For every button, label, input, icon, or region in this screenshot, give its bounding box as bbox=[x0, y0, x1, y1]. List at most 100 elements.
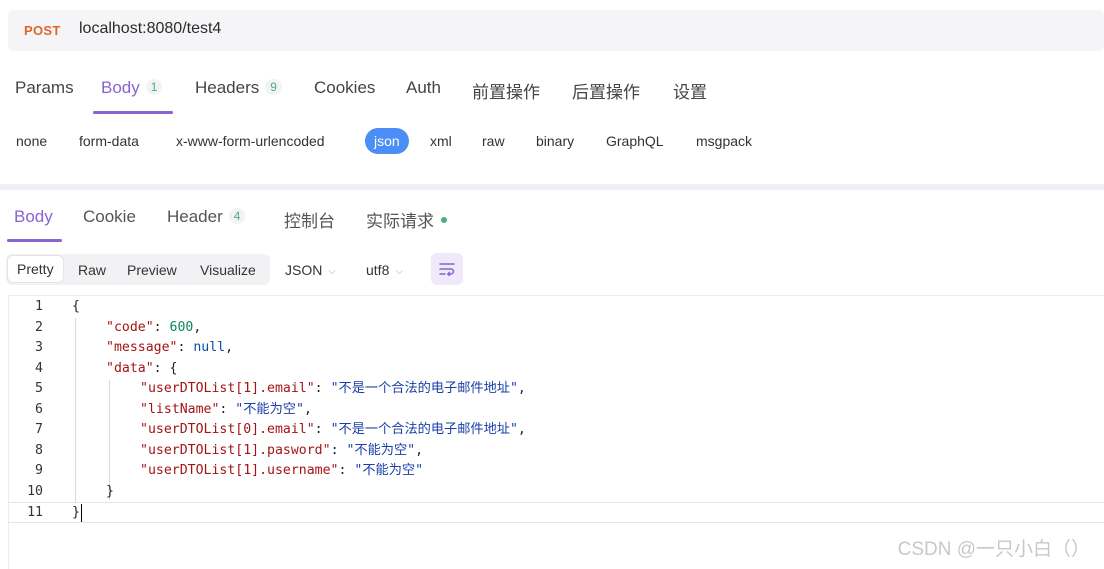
json-value: null bbox=[193, 340, 226, 355]
line-number: 8 bbox=[35, 442, 43, 458]
json-value: "不是一个合法的电子邮件地址" bbox=[330, 381, 518, 396]
line-number: 1 bbox=[35, 299, 43, 314]
chevron-down-icon: ⌵ bbox=[328, 266, 336, 277]
response-body-editor[interactable]: 1{2 "code": 600, 3 "message": null, 4 "data":… bbox=[8, 295, 1104, 569]
json-value: "不是一个合法的电子邮件地址" bbox=[330, 422, 518, 437]
json-punctuation: : bbox=[314, 422, 331, 437]
json-punctuation: , bbox=[303, 401, 312, 417]
code-line: 2 "code": 600, bbox=[9, 318, 1104, 339]
code-text: } bbox=[106, 482, 114, 503]
text-caret bbox=[81, 504, 82, 522]
response-header-count-badge: 4 bbox=[228, 208, 246, 224]
encoding-select[interactable]: utf8 ⌵ bbox=[366, 262, 403, 278]
line-number: 10 bbox=[27, 483, 43, 499]
json-punctuation: , bbox=[517, 422, 526, 437]
line-number: 6 bbox=[35, 401, 43, 417]
tab-body[interactable]: Body 1 bbox=[101, 78, 163, 98]
response-active-tab-indicator bbox=[7, 239, 62, 242]
status-dot-icon bbox=[441, 217, 447, 223]
code-line: 1{ bbox=[9, 297, 1104, 318]
line-number: 3 bbox=[35, 340, 43, 355]
body-type-binary[interactable]: binary bbox=[536, 133, 574, 149]
line-number: 11 bbox=[27, 505, 43, 520]
json-key: "userDTOList[1].pasword" bbox=[140, 442, 331, 458]
tab-auth[interactable]: Auth bbox=[406, 78, 441, 98]
body-type-json[interactable]: json bbox=[365, 128, 409, 154]
request-tabs: Params Body 1 Headers 9 Cookies Auth 前置操作 … bbox=[0, 70, 1104, 114]
view-preview-button[interactable]: Preview bbox=[127, 262, 177, 278]
tab-pre-request[interactable]: 前置操作 bbox=[472, 78, 540, 103]
watermark: CSDN @一只小白（） bbox=[897, 539, 1090, 560]
word-wrap-button[interactable] bbox=[431, 253, 463, 285]
panel-splitter[interactable] bbox=[0, 184, 1104, 190]
tab-params[interactable]: Params bbox=[15, 78, 74, 98]
body-type-form-data[interactable]: form-data bbox=[79, 133, 139, 149]
view-pretty-button[interactable]: Pretty bbox=[8, 256, 63, 282]
body-type-urlencoded[interactable]: x-www-form-urlencoded bbox=[176, 133, 325, 149]
code-line: 10} bbox=[9, 482, 1104, 503]
body-type-xml[interactable]: xml bbox=[430, 133, 452, 149]
json-punctuation: : bbox=[330, 442, 347, 458]
url-input[interactable]: localhost:8080/test4 bbox=[79, 20, 221, 38]
body-type-options: none form-data x-www-form-urlencoded jso… bbox=[0, 126, 1104, 158]
headers-count-badge: 9 bbox=[265, 79, 282, 95]
code-text: "userDTOList[0].email": "不是一个合法的电子邮件地址", bbox=[140, 420, 526, 441]
code-text: "userDTOList[1].username": "不能为空" bbox=[140, 461, 423, 482]
code-line: 9 "userDTOList[1].username": "不能为空" bbox=[9, 461, 1104, 482]
format-select[interactable]: JSON ⌵ bbox=[285, 262, 336, 278]
response-tab-body[interactable]: Body bbox=[14, 207, 53, 227]
line-number: 2 bbox=[35, 319, 43, 335]
code-text: "userDTOList[1].email": "不是一个合法的电子邮件地址", bbox=[140, 379, 526, 400]
line-number: 9 bbox=[35, 463, 43, 478]
json-key: "listName" bbox=[140, 401, 220, 417]
active-tab-indicator bbox=[93, 111, 173, 114]
wrap-lines-icon bbox=[439, 263, 455, 276]
json-punctuation: , bbox=[517, 381, 526, 396]
json-punctuation: : bbox=[314, 381, 331, 396]
tab-post-request[interactable]: 后置操作 bbox=[572, 78, 640, 103]
body-type-graphql[interactable]: GraphQL bbox=[606, 133, 664, 149]
json-punctuation: : bbox=[177, 340, 194, 355]
body-type-raw[interactable]: raw bbox=[482, 133, 505, 149]
code-text: "code": 600, bbox=[106, 318, 201, 339]
view-raw-button[interactable]: Raw bbox=[78, 262, 106, 278]
tab-headers[interactable]: Headers 9 bbox=[195, 78, 282, 98]
code-text: "listName": "不能为空", bbox=[140, 400, 312, 421]
body-count-badge: 1 bbox=[145, 79, 163, 95]
tab-cookies[interactable]: Cookies bbox=[314, 78, 375, 98]
code-text: "message": null, bbox=[106, 338, 233, 359]
json-key: "userDTOList[1].username" bbox=[140, 463, 339, 478]
json-key: "code" bbox=[106, 319, 154, 335]
line-number: 5 bbox=[35, 381, 43, 396]
code-line: 5 "userDTOList[1].email": "不是一个合法的电子邮件地址"… bbox=[9, 379, 1104, 400]
response-tab-cookie[interactable]: Cookie bbox=[83, 207, 136, 227]
json-punctuation: } bbox=[72, 505, 80, 520]
view-mode-group: Pretty Raw Preview Visualize bbox=[6, 254, 270, 285]
response-tab-header[interactable]: Header 4 bbox=[167, 207, 246, 227]
body-type-none[interactable]: none bbox=[16, 133, 47, 149]
http-method-label[interactable]: POST bbox=[24, 23, 61, 38]
response-tab-console[interactable]: 控制台 bbox=[284, 207, 335, 232]
code-line: 7 "userDTOList[0].email": "不是一个合法的电子邮件地址"… bbox=[9, 420, 1104, 441]
view-visualize-button[interactable]: Visualize bbox=[200, 262, 256, 278]
code-text: } bbox=[72, 503, 80, 524]
url-bar[interactable]: POST localhost:8080/test4 bbox=[8, 10, 1104, 51]
json-punctuation: { bbox=[72, 299, 80, 314]
json-value: "不能为空" bbox=[235, 401, 304, 417]
body-type-msgpack[interactable]: msgpack bbox=[696, 133, 752, 149]
chevron-down-icon: ⌵ bbox=[395, 266, 403, 277]
line-number: 4 bbox=[35, 360, 43, 376]
code-line: 11} bbox=[9, 502, 1104, 523]
code-text: { bbox=[72, 297, 80, 318]
code-line: 3 "message": null, bbox=[9, 338, 1104, 359]
json-punctuation: : { bbox=[153, 360, 178, 376]
response-tabs: Body Cookie Header 4 控制台 实际请求 bbox=[0, 198, 1104, 244]
code-line: 6 "listName": "不能为空", bbox=[9, 400, 1104, 421]
json-key: "userDTOList[1].email" bbox=[140, 381, 315, 396]
code-line: 8 "userDTOList[1].pasword": "不能为空", bbox=[9, 441, 1104, 462]
code-text: "data": { bbox=[106, 359, 177, 380]
json-punctuation: , bbox=[415, 442, 424, 458]
response-tab-actual-request[interactable]: 实际请求 bbox=[366, 207, 447, 232]
json-punctuation: : bbox=[153, 319, 170, 335]
tab-settings[interactable]: 设置 bbox=[673, 78, 707, 103]
